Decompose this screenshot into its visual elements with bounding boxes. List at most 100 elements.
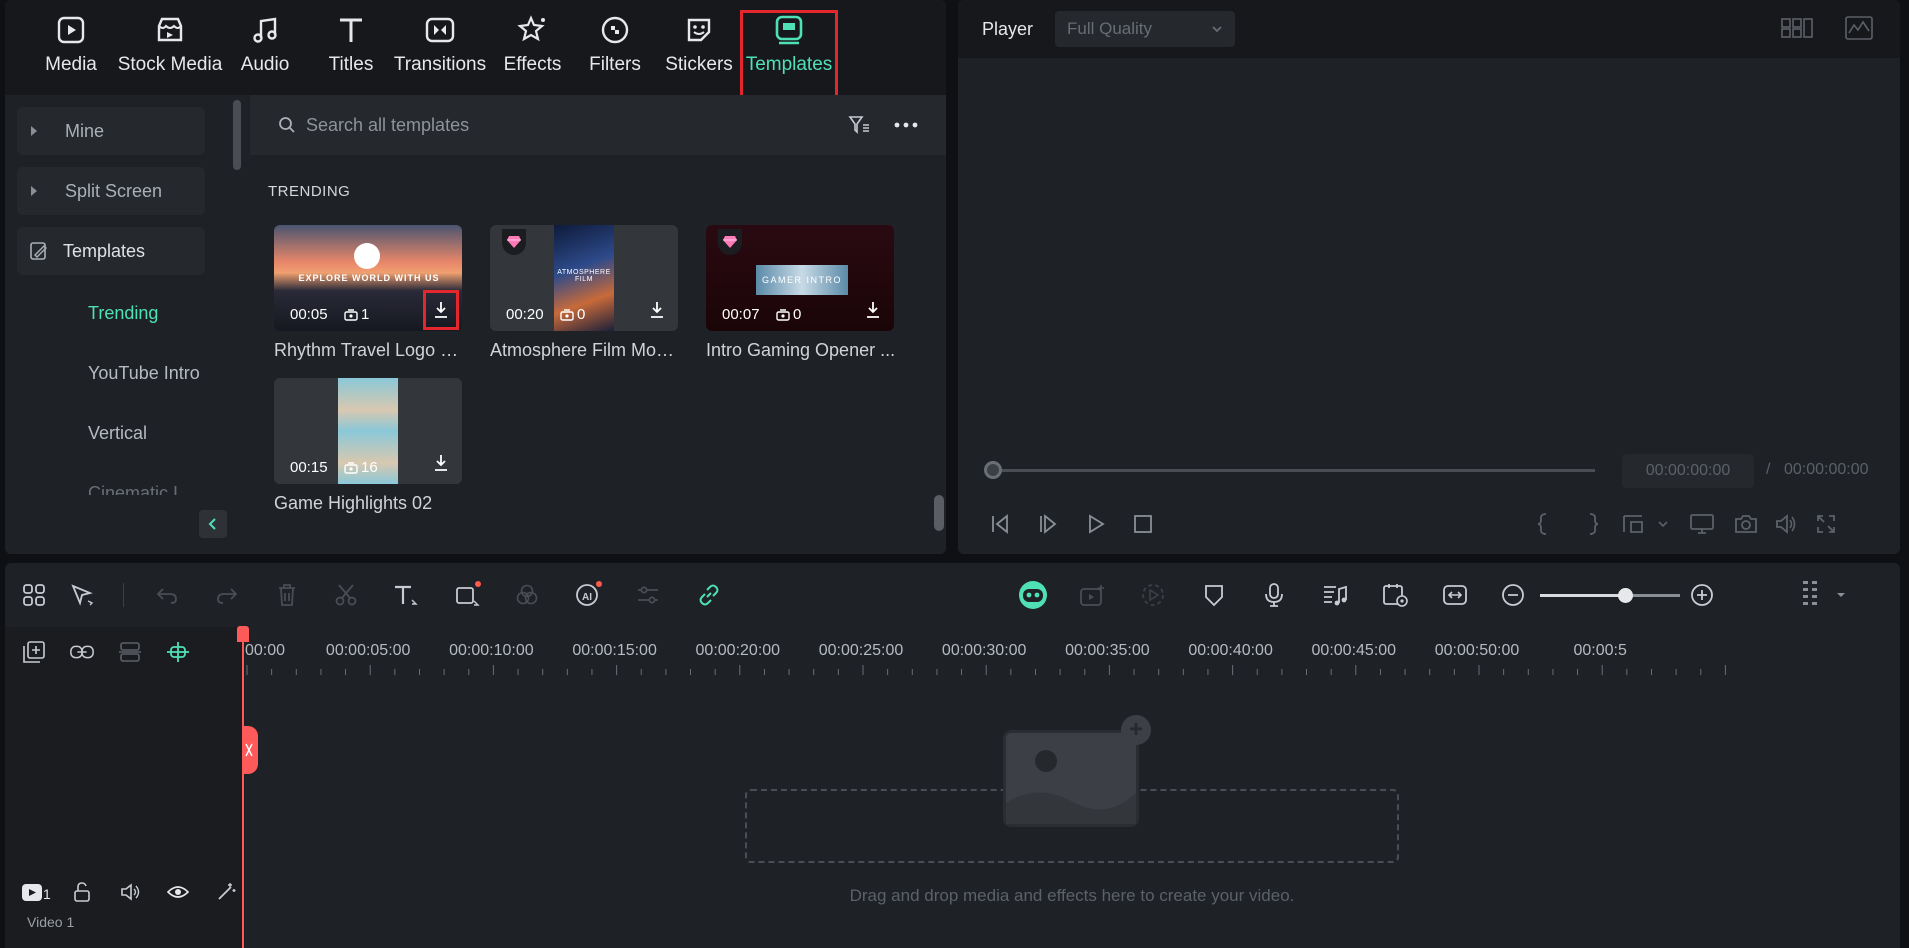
chevron-down-icon [1658, 521, 1668, 528]
tab-filters[interactable]: Filters [585, 10, 645, 88]
playhead-marker[interactable] [237, 626, 249, 642]
insert-options-dropdown[interactable] [1648, 509, 1678, 539]
auto-reframe-button[interactable] [1077, 579, 1109, 611]
video-track-label: Video 1 [27, 914, 75, 930]
ai-copilot-button[interactable] [1017, 579, 1049, 611]
stop-button[interactable] [1128, 509, 1158, 539]
video-track-toggle[interactable] [19, 879, 45, 905]
add-text-button[interactable] [390, 579, 422, 611]
sidebar-item-cinematic[interactable]: Cinematic I [88, 483, 178, 495]
hide-track-button[interactable] [165, 879, 191, 905]
sidebar-item-trending[interactable]: Trending [88, 303, 158, 324]
next-frame-button[interactable] [1033, 509, 1063, 539]
template-card[interactable]: 00:15 16 Game Highlights 02 [274, 378, 462, 514]
timeline-options-dropdown[interactable] [1825, 579, 1857, 611]
link-button[interactable] [693, 579, 725, 611]
track-header-panel: 1 Video 1 1 [5, 627, 245, 948]
adjust-button[interactable] [632, 579, 664, 611]
collapse-sidebar-button[interactable] [199, 510, 227, 538]
layout-grid-icon[interactable] [1781, 17, 1813, 39]
preview-render-button[interactable] [1379, 579, 1411, 611]
tab-media[interactable]: Media [41, 10, 101, 88]
more-options-icon[interactable] [894, 122, 918, 128]
current-timecode[interactable]: 00:00:00:00 [1622, 454, 1754, 488]
microphone-icon [1265, 583, 1283, 607]
seek-handle[interactable] [984, 461, 1002, 479]
quality-dropdown[interactable]: Full Quality [1055, 11, 1235, 47]
marker-button[interactable] [1198, 579, 1230, 611]
add-media-plus-icon[interactable]: + [1121, 715, 1151, 745]
template-card[interactable]: GAMER INTRO 00:07 0 Intro Gaming Opener … [706, 225, 895, 361]
insert-button[interactable] [1618, 509, 1648, 539]
template-card[interactable]: EXPLORE WORLD WITH US 00:05 1 Rhythm Tra… [274, 225, 464, 361]
ruler-time-label: 00:00 [244, 642, 286, 659]
layout-button[interactable] [18, 579, 50, 611]
audio-beat-button[interactable] [1319, 579, 1351, 611]
templates-group-icon [29, 241, 49, 261]
fullscreen-button[interactable] [1811, 509, 1841, 539]
template-card[interactable]: ATMOSPHERE FILM 00:20 0 Atmosphere Film … [490, 225, 680, 361]
tab-audio[interactable]: Audio [235, 10, 295, 88]
ai-tools-button[interactable]: AI [572, 579, 604, 611]
tab-label: Stickers [665, 54, 733, 75]
download-button[interactable] [644, 297, 670, 323]
timeline-view-options[interactable] [1795, 579, 1827, 611]
lock-track-button[interactable] [69, 879, 95, 905]
snap-button[interactable] [165, 639, 191, 665]
sidebar-scrollbar[interactable] [233, 100, 241, 170]
tab-stock-media[interactable]: Stock Media [117, 10, 223, 88]
download-button[interactable] [428, 450, 454, 476]
sidebar-item-split-screen[interactable]: Split Screen [17, 167, 205, 215]
timecode-separator: / [1766, 461, 1771, 478]
zoom-in-button[interactable] [1686, 579, 1718, 611]
sidebar-item-templates[interactable]: Templates [17, 227, 205, 275]
undo-button[interactable] [151, 579, 183, 611]
mute-track-button[interactable] [117, 879, 143, 905]
previous-frame-button[interactable] [985, 509, 1015, 539]
tab-transitions[interactable]: Transitions [394, 10, 486, 88]
tab-stickers[interactable]: Stickers [664, 10, 734, 88]
download-button[interactable] [860, 297, 886, 323]
playhead-handle[interactable] [242, 726, 258, 774]
volume-button[interactable] [1771, 509, 1801, 539]
sidebar-item-vertical[interactable]: Vertical [88, 423, 147, 444]
caret-right-icon [31, 186, 37, 196]
snapshot-button[interactable] [1731, 509, 1761, 539]
template-grid-scrollbar[interactable] [934, 495, 944, 531]
track-layout-button[interactable] [117, 639, 143, 665]
seek-bar[interactable] [992, 469, 1595, 472]
sidebar-item-youtube-intro[interactable]: YouTube Intro [88, 363, 200, 384]
mark-out-button[interactable] [1578, 509, 1608, 539]
redo-button[interactable] [211, 579, 243, 611]
scopes-icon[interactable] [1845, 16, 1873, 40]
record-voiceover-button[interactable] [1258, 579, 1290, 611]
plus-circle-icon [1691, 584, 1713, 606]
download-icon [867, 302, 879, 318]
mark-in-button[interactable] [1528, 509, 1558, 539]
zoom-slider-handle[interactable] [1618, 588, 1633, 603]
zoom-out-button[interactable] [1497, 579, 1529, 611]
playhead-line[interactable] [242, 630, 244, 948]
tab-titles[interactable]: Titles [321, 10, 381, 88]
player-title: Player [982, 19, 1034, 39]
music-list-icon [1324, 585, 1347, 606]
search-input[interactable] [306, 114, 806, 136]
link-clips-button[interactable] [69, 639, 95, 665]
color-button[interactable] [511, 579, 543, 611]
play-button[interactable] [1081, 509, 1111, 539]
filter-icon[interactable] [848, 115, 870, 135]
auto-cut-button[interactable] [1137, 579, 1169, 611]
crop-button[interactable] [451, 579, 483, 611]
delete-button[interactable] [271, 579, 303, 611]
tab-label: Media [45, 54, 97, 75]
select-tool-button[interactable] [67, 579, 99, 611]
tab-effects[interactable]: Effects [500, 10, 565, 88]
add-track-button[interactable] [21, 639, 47, 665]
sidebar-item-mine[interactable]: Mine [17, 107, 205, 155]
track-effects-button[interactable] [213, 879, 239, 905]
split-button[interactable] [330, 579, 362, 611]
fit-timeline-button[interactable] [1439, 579, 1471, 611]
timeline-ruler[interactable]: 00:00 00:00:05:00 00:00:10:00 00:00:15:00 00… [245, 627, 1900, 683]
player-header: Player Full Quality [958, 0, 1900, 58]
display-settings-button[interactable] [1687, 509, 1717, 539]
